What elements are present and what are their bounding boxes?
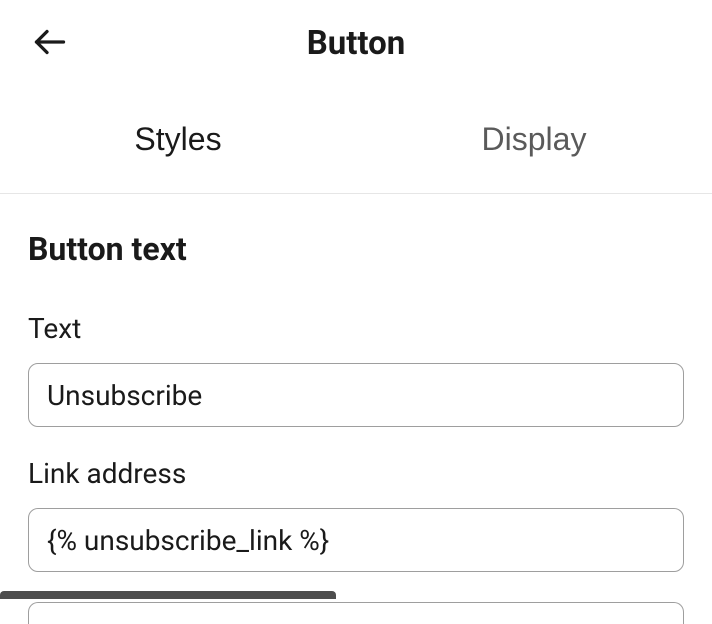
link-address-input[interactable] [28, 508, 684, 572]
text-label: Text [28, 312, 684, 345]
tab-display[interactable]: Display [356, 86, 712, 193]
tab-label: Display [482, 121, 587, 158]
section-heading: Button text [28, 230, 684, 268]
tab-styles[interactable]: Styles [0, 86, 356, 193]
tabs: Styles Display [0, 86, 712, 194]
header: Button [0, 0, 712, 86]
field-text: Text [28, 312, 684, 427]
partial-next-field [28, 602, 684, 624]
back-button[interactable] [30, 23, 70, 63]
link-address-label: Link address [28, 457, 684, 490]
content: Button text Text Link address [0, 194, 712, 624]
tab-label: Styles [134, 121, 221, 158]
text-input[interactable] [28, 363, 684, 427]
arrow-left-icon [32, 24, 68, 63]
field-link-address: Link address [28, 457, 684, 572]
page-title: Button [307, 24, 406, 63]
